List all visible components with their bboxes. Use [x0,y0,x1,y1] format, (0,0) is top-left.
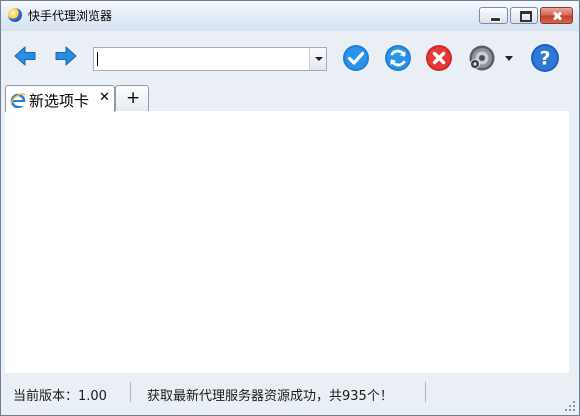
resize-grip-icon[interactable] [564,400,576,412]
status-version: 当前版本：1.00 [13,389,107,404]
status-divider [425,382,426,402]
address-dropdown-button[interactable] [309,48,326,70]
ie-icon [10,93,26,108]
title-bar[interactable]: 快手代理浏览器 [1,1,579,31]
proxy-settings-button[interactable] [467,44,515,72]
maximize-button[interactable] [510,7,538,24]
forward-button[interactable] [53,43,79,69]
go-button[interactable] [342,44,370,72]
minimize-button[interactable] [479,7,508,24]
minimize-icon [480,8,507,23]
arrow-left-icon [14,46,36,66]
help-glyph: ? [539,48,550,70]
help-icon: ? [531,44,559,72]
toolbar: ? [1,31,579,83]
checkmark-icon [343,45,369,71]
address-bar[interactable] [93,47,327,71]
maximize-icon [511,8,537,23]
tab-new-tab[interactable]: 新选项卡 ✕ [5,85,115,112]
stop-button[interactable] [425,44,453,72]
tab-strip: 新选项卡 ✕ + [1,83,579,112]
status-message: 获取最新代理服务器资源成功，共935个！ [147,389,393,404]
close-icon [541,8,572,23]
status-divider [130,382,131,402]
refresh-icon [385,45,411,71]
arrow-right-icon [55,46,77,66]
status-bar: 当前版本：1.00 获取最新代理服务器资源成功，共935个！ [1,373,579,415]
back-button[interactable] [12,43,38,69]
tab-close-icon[interactable]: ✕ [99,90,110,105]
help-button[interactable]: ? [530,43,560,73]
plus-icon: + [126,88,141,108]
window-title: 快手代理浏览器 [28,9,113,23]
refresh-button[interactable] [384,44,412,72]
stop-icon [426,45,452,71]
page-content[interactable] [5,111,569,373]
new-tab-button[interactable]: + [115,85,149,112]
browser-window: 快手代理浏览器 ? 新选项卡 ✕ + 当前版本：1.00 获取最新代理服务器资源… [0,0,580,416]
text-caret [97,52,98,66]
app-globe-icon [8,8,22,22]
speaker-gear-icon [469,45,513,71]
tab-title: 新选项卡 [29,92,90,110]
close-window-button[interactable] [540,7,573,24]
address-input[interactable] [94,48,309,70]
